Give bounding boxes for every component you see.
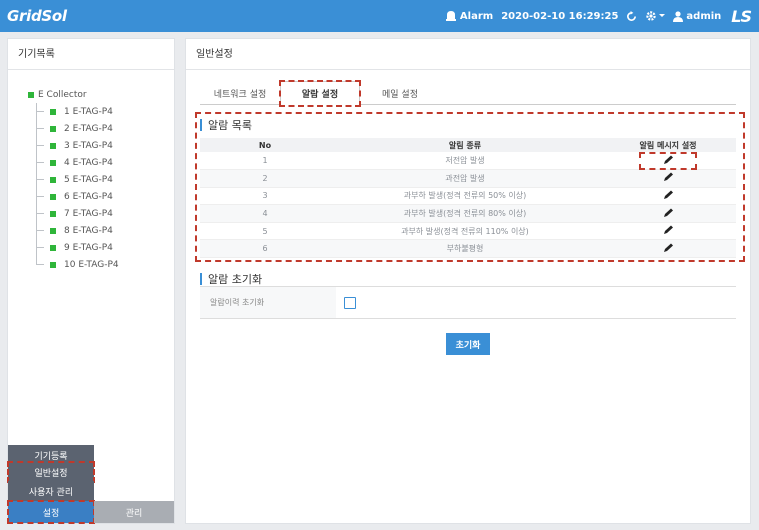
table-row: 2 과전압 발생 bbox=[200, 169, 736, 188]
user-management-button[interactable]: 사용자 관리 bbox=[8, 481, 94, 501]
alarm-label: Alarm bbox=[459, 10, 494, 22]
row-no: 4 bbox=[200, 204, 330, 223]
row-type: 저전압 발생 bbox=[330, 152, 600, 171]
pencil-icon[interactable] bbox=[662, 243, 674, 253]
device-label: 7 E-TAG-P4 bbox=[64, 208, 113, 219]
column-header-no: No bbox=[200, 138, 330, 152]
alarm-indicator[interactable]: Alarm bbox=[445, 10, 493, 22]
tree-item[interactable]: 3 E-TAG-P4 bbox=[28, 137, 119, 154]
chevron-down-icon bbox=[659, 14, 666, 17]
pencil-icon[interactable] bbox=[662, 208, 674, 218]
alarm-table: No 알림 종류 알림 메시지 설정 1 저전압 발생 2 과전압 발생 3 과… bbox=[200, 138, 736, 259]
pencil-icon[interactable] bbox=[662, 225, 674, 235]
table-row: 3 과부하 발생(정격 전류의 50% 이상) bbox=[200, 187, 736, 206]
status-dot-icon bbox=[50, 142, 56, 149]
status-dot-icon bbox=[50, 227, 56, 234]
tree-item[interactable]: 6 E-TAG-P4 bbox=[28, 188, 119, 205]
status-dot-icon bbox=[50, 159, 56, 166]
column-header-message: 알림 메시지 설정 bbox=[600, 138, 736, 152]
device-label: 8 E-TAG-P4 bbox=[64, 225, 113, 236]
tree-item[interactable]: 2 E-TAG-P4 bbox=[28, 120, 119, 137]
app-logo: GridSol bbox=[7, 7, 67, 25]
alarm-reset-label: 알람이력 초기화 bbox=[200, 287, 336, 318]
general-settings-button[interactable]: 일반설정 bbox=[7, 461, 95, 483]
device-label: 5 E-TAG-P4 bbox=[64, 174, 113, 185]
alarm-list-title: 알람 목록 bbox=[200, 117, 252, 133]
pencil-icon[interactable] bbox=[662, 190, 674, 200]
tree-root-label: E Collector bbox=[38, 90, 87, 100]
pencil-icon[interactable] bbox=[662, 172, 674, 182]
user-name: admin bbox=[686, 10, 722, 22]
row-no: 5 bbox=[200, 222, 330, 241]
gear-icon bbox=[646, 11, 657, 21]
message-edit-highlight bbox=[639, 151, 697, 170]
device-tree: E Collector 1 E-TAG-P4 2 E-TAG-P4 3 E-TA… bbox=[28, 87, 119, 273]
tree-item[interactable]: 4 E-TAG-P4 bbox=[28, 154, 119, 171]
table-row: 1 저전압 발생 bbox=[200, 151, 736, 171]
device-label: 3 E-TAG-P4 bbox=[64, 140, 113, 151]
device-label: 10 E-TAG-P4 bbox=[64, 259, 119, 270]
row-no: 2 bbox=[200, 169, 330, 188]
reset-button[interactable]: 초기화 bbox=[446, 333, 490, 355]
row-type: 부하불평형 bbox=[330, 239, 600, 259]
tab-alarm[interactable]: 알람 설정 bbox=[279, 80, 361, 107]
general-settings-panel: 일반설정 네트워크 설정 알람 설정 메일 설정 알람 목록 No 알림 종류 … bbox=[185, 38, 751, 524]
table-row: 5 과부하 발생(정격 전류의 110% 이상) bbox=[200, 222, 736, 241]
row-type: 과전압 발생 bbox=[330, 169, 600, 188]
tree-root[interactable]: E Collector bbox=[28, 87, 119, 103]
settings-tab-button[interactable]: 설정 bbox=[7, 500, 95, 524]
status-dot-icon bbox=[50, 125, 56, 132]
status-dot-icon bbox=[50, 108, 56, 115]
tree-item[interactable]: 1 E-TAG-P4 bbox=[28, 103, 119, 120]
top-header: GridSol Alarm 2020-02-10 16:29:25 admin … bbox=[0, 0, 759, 32]
row-type: 과부하 발생(정격 전류의 50% 이상) bbox=[330, 187, 600, 206]
brand-logo: LS bbox=[731, 6, 752, 26]
admin-tab-button[interactable]: 관리 bbox=[94, 501, 174, 523]
status-dot-icon bbox=[50, 176, 56, 183]
device-list-title: 기기목록 bbox=[8, 39, 174, 70]
column-header-type: 알림 종류 bbox=[330, 138, 600, 152]
datetime: 2020-02-10 16:29:25 bbox=[501, 10, 619, 22]
device-label: 6 E-TAG-P4 bbox=[64, 191, 113, 202]
tree-item[interactable]: 9 E-TAG-P4 bbox=[28, 239, 119, 256]
tree-item[interactable]: 7 E-TAG-P4 bbox=[28, 205, 119, 222]
device-label: 2 E-TAG-P4 bbox=[64, 123, 113, 134]
tab-mail[interactable]: 메일 설정 bbox=[360, 81, 440, 105]
status-dot-icon bbox=[50, 210, 56, 217]
settings-menu[interactable] bbox=[645, 10, 666, 22]
tree-item[interactable]: 10 E-TAG-P4 bbox=[28, 256, 119, 273]
user-icon bbox=[673, 10, 684, 22]
row-type: 과부하 발생(정격 전류의 110% 이상) bbox=[330, 222, 600, 241]
device-list-panel: 기기목록 E Collector 1 E-TAG-P4 2 E-TAG-P4 3… bbox=[7, 38, 175, 524]
alarm-reset-title: 알람 초기화 bbox=[200, 271, 262, 287]
status-dot-icon bbox=[50, 244, 56, 251]
row-no: 3 bbox=[200, 187, 330, 206]
alarm-bell-icon bbox=[445, 11, 456, 21]
row-no: 6 bbox=[200, 239, 330, 259]
device-label: 4 E-TAG-P4 bbox=[64, 157, 113, 168]
status-dot-icon bbox=[50, 261, 56, 268]
row-type: 과부하 발생(정격 전류의 80% 이상) bbox=[330, 204, 600, 223]
alarm-reset-row: 알람이력 초기화 bbox=[200, 286, 736, 319]
user-menu[interactable]: admin bbox=[673, 11, 721, 22]
refresh-icon bbox=[627, 10, 637, 21]
table-row: 4 과부하 발생(정격 전류의 80% 이상) bbox=[200, 204, 736, 223]
row-no: 1 bbox=[200, 152, 330, 171]
page-title: 일반설정 bbox=[186, 39, 750, 70]
tree-item[interactable]: 8 E-TAG-P4 bbox=[28, 222, 119, 239]
settings-tabs: 네트워크 설정 알람 설정 메일 설정 bbox=[200, 80, 736, 107]
tree-item[interactable]: 5 E-TAG-P4 bbox=[28, 171, 119, 188]
device-label: 1 E-TAG-P4 bbox=[64, 106, 113, 117]
alarm-reset-checkbox[interactable] bbox=[344, 296, 356, 309]
table-row: 6 부하불평형 bbox=[200, 239, 736, 259]
status-dot-icon bbox=[50, 193, 56, 200]
refresh-button[interactable] bbox=[626, 10, 637, 22]
tab-network[interactable]: 네트워크 설정 bbox=[200, 81, 280, 105]
status-dot-icon bbox=[28, 92, 34, 98]
pencil-icon[interactable] bbox=[662, 155, 674, 165]
device-label: 9 E-TAG-P4 bbox=[64, 242, 113, 253]
